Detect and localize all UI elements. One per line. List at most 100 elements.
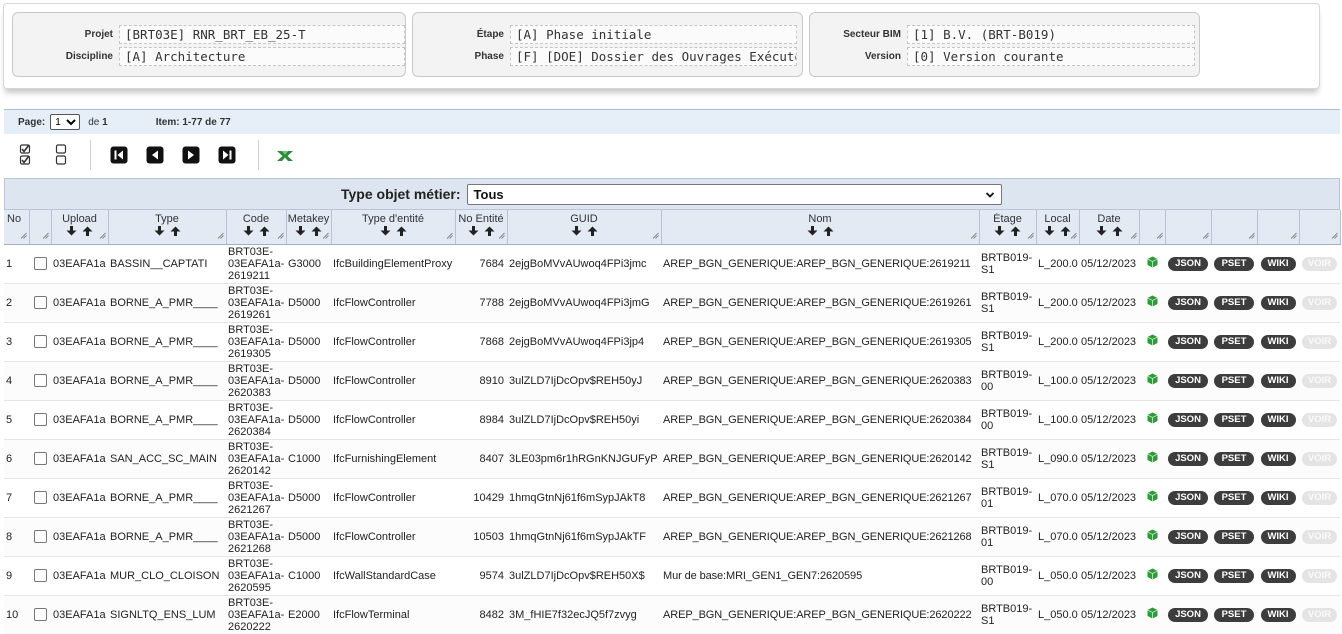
sort-asc-icon[interactable] <box>311 226 322 238</box>
pset-button[interactable]: PSET <box>1214 256 1254 271</box>
3d-cube-icon[interactable] <box>1146 529 1158 544</box>
pset-button[interactable]: PSET <box>1214 490 1254 505</box>
table-row[interactable]: 4 03EAFA1a BORNE_A_PMR____ BRT03E-03EAFA1a-… <box>4 361 1340 401</box>
col-guid[interactable]: GUID <box>507 210 662 245</box>
sort-asc-icon[interactable] <box>484 226 495 238</box>
discipline-field[interactable]: [A] Architecture <box>119 46 405 66</box>
voir-button[interactable]: VOIR <box>1302 334 1337 349</box>
col-type-entite[interactable]: Type d'entité <box>331 210 456 245</box>
row-checkbox[interactable] <box>34 257 47 270</box>
page-select[interactable]: 1 <box>50 114 81 130</box>
last-page-icon[interactable] <box>218 146 236 164</box>
voir-button[interactable]: VOIR <box>1302 568 1337 583</box>
wiki-button[interactable]: WIKI <box>1260 490 1296 505</box>
row-checkbox[interactable] <box>34 491 47 504</box>
voir-button[interactable]: VOIR <box>1302 373 1337 388</box>
first-page-icon[interactable] <box>110 146 128 164</box>
column-resize-grip-icon[interactable] <box>322 230 329 242</box>
sort-desc-icon[interactable] <box>1096 226 1107 238</box>
column-resize-grip-icon[interactable] <box>1156 230 1163 242</box>
col-local[interactable]: Local <box>1036 210 1080 245</box>
wiki-button[interactable]: WIKI <box>1260 451 1296 466</box>
col-metakey[interactable]: Metakey <box>286 210 332 245</box>
excel-export-icon[interactable] <box>276 148 294 164</box>
json-button[interactable]: JSON <box>1168 490 1208 505</box>
voir-button[interactable]: VOIR <box>1302 451 1337 466</box>
json-button[interactable]: JSON <box>1168 412 1208 427</box>
row-checkbox[interactable] <box>34 530 47 543</box>
sort-desc-icon[interactable] <box>380 226 391 238</box>
column-resize-grip-icon[interactable] <box>1331 230 1338 242</box>
wiki-button[interactable]: WIKI <box>1260 412 1296 427</box>
column-resize-grip-icon[interactable] <box>446 230 453 242</box>
sort-asc-icon[interactable] <box>82 226 93 238</box>
pset-button[interactable]: PSET <box>1214 568 1254 583</box>
sort-desc-icon[interactable] <box>807 226 818 238</box>
voir-button[interactable]: VOIR <box>1302 256 1337 271</box>
sort-asc-icon[interactable] <box>1112 226 1123 238</box>
row-checkbox[interactable] <box>34 374 47 387</box>
column-resize-grip-icon[interactable] <box>42 230 49 242</box>
column-resize-grip-icon[interactable] <box>1027 230 1034 242</box>
col-no-entite[interactable]: No Entité <box>455 210 508 245</box>
row-checkbox[interactable] <box>34 569 47 582</box>
3d-cube-icon[interactable] <box>1146 334 1158 349</box>
3d-cube-icon[interactable] <box>1146 256 1158 271</box>
column-resize-grip-icon[interactable] <box>1070 230 1077 242</box>
3d-cube-icon[interactable] <box>1146 412 1158 427</box>
voir-button[interactable]: VOIR <box>1302 412 1337 427</box>
sort-desc-icon[interactable] <box>154 226 165 238</box>
pset-button[interactable]: PSET <box>1214 451 1254 466</box>
voir-button[interactable]: VOIR <box>1302 607 1337 622</box>
previous-page-icon[interactable] <box>146 146 164 164</box>
column-resize-grip-icon[interactable] <box>99 230 106 242</box>
projet-field[interactable]: [BRT03E] RNR_BRT_EB_25-T <box>119 24 405 44</box>
row-checkbox[interactable] <box>34 296 47 309</box>
sort-desc-icon[interactable] <box>571 226 582 238</box>
table-row[interactable]: 9 03EAFA1a MUR_CLO_CLOISON BRT03E-03EAFA1a-… <box>4 556 1340 596</box>
sort-desc-icon[interactable] <box>994 226 1005 238</box>
json-button[interactable]: JSON <box>1168 568 1208 583</box>
table-row[interactable]: 3 03EAFA1a BORNE_A_PMR____ BRT03E-03EAFA1a-… <box>4 322 1340 362</box>
3d-cube-icon[interactable] <box>1146 451 1158 466</box>
table-row[interactable]: 2 03EAFA1a BORNE_A_PMR____ BRT03E-03EAFA1a-… <box>4 283 1340 323</box>
column-resize-grip-icon[interactable] <box>1248 230 1255 242</box>
column-resize-grip-icon[interactable] <box>498 230 505 242</box>
3d-cube-icon[interactable] <box>1146 295 1158 310</box>
column-resize-grip-icon[interactable] <box>1290 230 1297 242</box>
voir-button[interactable]: VOIR <box>1302 295 1337 310</box>
voir-button[interactable]: VOIR <box>1302 529 1337 544</box>
3d-cube-icon[interactable] <box>1146 568 1158 583</box>
phase-field[interactable]: [F] [DOE] Dossier des Ouvrages Exécutés <box>510 46 797 66</box>
sort-desc-icon[interactable] <box>468 226 479 238</box>
3d-cube-icon[interactable] <box>1146 490 1158 505</box>
column-resize-grip-icon[interactable] <box>217 230 224 242</box>
type-filter-select[interactable]: Tous <box>466 183 1002 205</box>
pset-button[interactable]: PSET <box>1214 334 1254 349</box>
row-checkbox[interactable] <box>34 335 47 348</box>
sort-asc-icon[interactable] <box>823 226 834 238</box>
wiki-button[interactable]: WIKI <box>1260 529 1296 544</box>
table-row[interactable]: 6 03EAFA1a SAN_ACC_SC_MAIN BRT03E-03EAFA1a-… <box>4 439 1340 479</box>
sort-asc-icon[interactable] <box>259 226 270 238</box>
sort-desc-icon[interactable] <box>243 226 254 238</box>
table-row[interactable]: 8 03EAFA1a BORNE_A_PMR____ BRT03E-03EAFA1a-… <box>4 517 1340 557</box>
wiki-button[interactable]: WIKI <box>1260 373 1296 388</box>
json-button[interactable]: JSON <box>1168 334 1208 349</box>
sort-desc-icon[interactable] <box>1044 226 1055 238</box>
3d-cube-icon[interactable] <box>1146 607 1158 622</box>
sort-asc-icon[interactable] <box>170 226 181 238</box>
col-type[interactable]: Type <box>108 210 227 245</box>
wiki-button[interactable]: WIKI <box>1260 295 1296 310</box>
json-button[interactable]: JSON <box>1168 529 1208 544</box>
pset-button[interactable]: PSET <box>1214 529 1254 544</box>
sort-desc-icon[interactable] <box>66 226 77 238</box>
json-button[interactable]: JSON <box>1168 256 1208 271</box>
table-row[interactable]: 10 03EAFA1a SIGNLTQ_ENS_LUM BRT03E-03EAFA1a… <box>4 595 1340 634</box>
column-resize-grip-icon[interactable] <box>277 230 284 242</box>
col-date[interactable]: Date <box>1079 210 1140 245</box>
col-code[interactable]: Code <box>226 210 287 245</box>
column-resize-grip-icon[interactable] <box>970 230 977 242</box>
uncheck-all-icon[interactable] <box>54 142 68 166</box>
table-row[interactable]: 5 03EAFA1a BORNE_A_PMR____ BRT03E-03EAFA1a-… <box>4 400 1340 440</box>
